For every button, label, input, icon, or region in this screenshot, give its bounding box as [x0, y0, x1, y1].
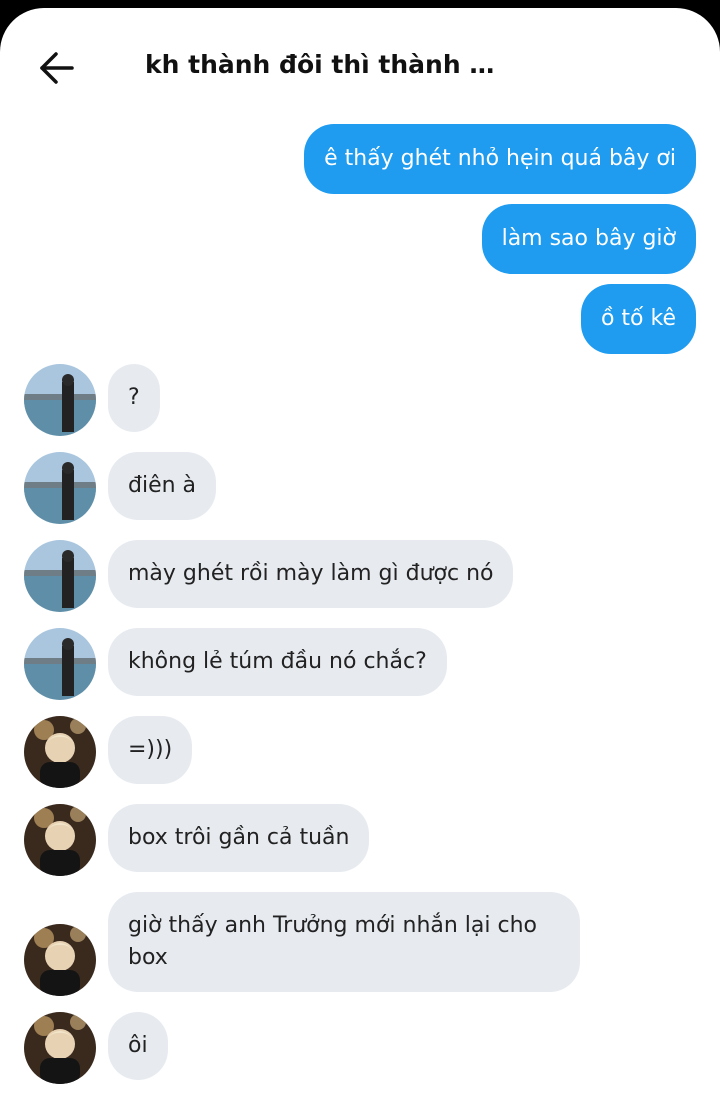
message-incoming[interactable]: ? — [108, 364, 160, 432]
avatar[interactable] — [24, 364, 96, 436]
back-button[interactable] — [34, 46, 78, 90]
avatar[interactable] — [24, 804, 96, 876]
chat-screen: kh thành đôi thì thành khú··· ê thấy ghé… — [0, 8, 720, 1099]
avatar[interactable] — [24, 452, 96, 524]
avatar[interactable] — [24, 1012, 96, 1084]
avatar[interactable] — [24, 716, 96, 788]
avatar[interactable] — [24, 924, 96, 996]
conversation-title[interactable]: kh thành đôi thì thành khú··· — [145, 48, 495, 82]
message-incoming[interactable]: box trôi gần cả tuần — [108, 804, 370, 872]
message-incoming[interactable]: giờ thấy anh Trưởng mới nhắn lại cho box — [108, 892, 580, 992]
message-incoming[interactable]: ôi — [108, 1012, 168, 1080]
message-outgoing[interactable]: ê thấy ghét nhỏ hẹin quá bây ơi — [304, 124, 696, 194]
message-incoming[interactable]: =))) — [108, 716, 193, 784]
message-incoming[interactable]: mày ghét rồi mày làm gì được nó — [108, 540, 514, 608]
avatar[interactable] — [24, 540, 96, 612]
arrow-left-icon — [40, 52, 74, 84]
message-outgoing[interactable]: làm sao bây giờ — [481, 204, 696, 274]
message-incoming[interactable]: không lẻ túm đầu nó chắc? — [108, 628, 447, 696]
avatar[interactable] — [24, 628, 96, 700]
chat-header: kh thành đôi thì thành khú··· — [0, 8, 720, 108]
message-incoming[interactable]: điên à — [108, 452, 217, 520]
message-outgoing[interactable]: ồ tố kê — [580, 284, 696, 354]
